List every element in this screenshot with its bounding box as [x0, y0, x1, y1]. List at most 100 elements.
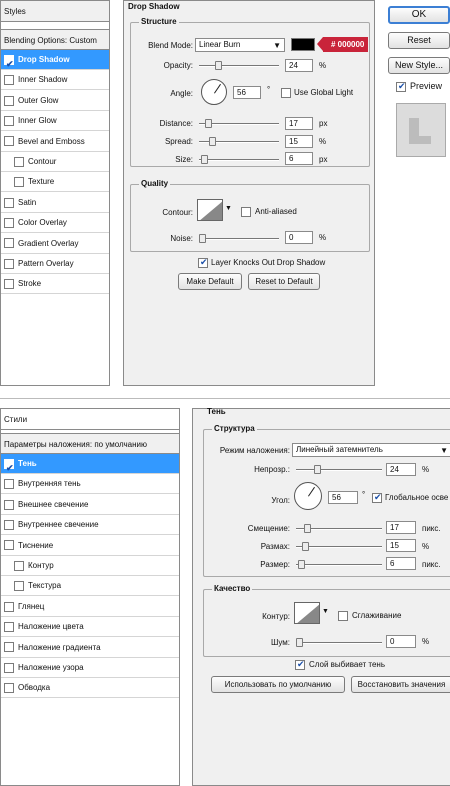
spread-slider-en[interactable] — [199, 137, 279, 146]
style-item-checkbox[interactable] — [4, 258, 14, 269]
reset-to-default-button-ru[interactable]: Восстановить значения — [351, 676, 450, 693]
style-item-checkbox[interactable] — [4, 540, 14, 551]
opacity-slider-en[interactable] — [199, 61, 279, 70]
spread-input-en[interactable]: 15 — [285, 135, 313, 148]
distance-slider-en[interactable] — [199, 119, 279, 128]
layer-knocks-out-checkbox-ru[interactable] — [295, 659, 305, 670]
style-item[interactable]: Внешнее свечение — [1, 495, 179, 515]
style-item[interactable]: Внутренняя тень — [1, 474, 179, 495]
noise-slider-en[interactable] — [199, 234, 279, 243]
new-style-button[interactable]: New Style... — [388, 57, 450, 74]
angle-input-ru[interactable]: 56 — [328, 491, 358, 504]
style-item[interactable]: Satin — [1, 193, 109, 213]
style-item-checkbox[interactable] — [14, 581, 24, 592]
styles-header-en[interactable]: Styles — [1, 1, 109, 22]
style-item[interactable]: Inner Shadow — [1, 70, 109, 91]
noise-slider-ru[interactable] — [296, 638, 382, 647]
style-item[interactable]: Наложение градиента — [1, 638, 179, 658]
style-item-label: Contour — [28, 157, 57, 166]
anti-aliased-checkbox-en[interactable] — [241, 207, 251, 217]
style-item[interactable]: Outer Glow — [1, 91, 109, 111]
preview-checkbox[interactable] — [396, 81, 406, 92]
style-item[interactable]: Тиснение — [1, 536, 179, 556]
style-item[interactable]: Наложение узора — [1, 658, 179, 678]
style-item[interactable]: Глянец — [1, 597, 179, 617]
size-slider-en[interactable] — [199, 155, 279, 164]
style-item[interactable]: Bevel and Emboss — [1, 132, 109, 152]
style-item-checkbox[interactable] — [4, 458, 14, 478]
style-item-checkbox[interactable] — [4, 197, 14, 208]
style-item-checkbox[interactable] — [4, 136, 14, 147]
size-input-en[interactable]: 6 — [285, 152, 313, 165]
spread-slider-ru[interactable] — [296, 542, 382, 551]
make-default-button-en[interactable]: Make Default — [178, 273, 242, 290]
distance-slider-ru[interactable] — [296, 524, 382, 533]
style-item-checkbox[interactable] — [4, 116, 14, 127]
style-item-checkbox[interactable] — [14, 177, 24, 188]
style-item[interactable]: Inner Glow — [1, 111, 109, 132]
ok-button[interactable]: OK — [388, 6, 450, 24]
style-item[interactable]: Drop Shadow — [1, 50, 109, 74]
style-item[interactable]: Color Overlay — [1, 213, 109, 234]
layer-knocks-out-checkbox-en[interactable] — [198, 257, 208, 268]
size-slider-ru[interactable] — [296, 560, 382, 569]
opacity-input-en[interactable]: 24 — [285, 59, 313, 72]
style-item-checkbox[interactable] — [4, 479, 14, 490]
style-item[interactable]: Контур — [1, 556, 179, 576]
reset-to-default-button-en[interactable]: Reset to Default — [248, 273, 320, 290]
angle-dial-ru[interactable] — [294, 482, 322, 510]
style-item[interactable]: Текстура — [1, 576, 179, 597]
blend-mode-select-ru[interactable]: Линейный затемнитель ▼ — [292, 443, 450, 457]
style-item[interactable]: Texture — [1, 172, 109, 193]
style-item[interactable]: Наложение цвета — [1, 617, 179, 638]
contour-picker-en[interactable] — [197, 199, 223, 221]
structure-group-ru: Структура Режим наложения: Линейный зате… — [203, 424, 450, 577]
style-item-checkbox[interactable] — [4, 54, 14, 74]
style-item-checkbox[interactable] — [4, 279, 14, 290]
style-item-checkbox[interactable] — [4, 662, 14, 673]
angle-input-en[interactable]: 56 — [233, 86, 261, 99]
style-item-checkbox[interactable] — [4, 218, 14, 229]
make-default-button-ru[interactable]: Использовать по умолчанию — [211, 676, 345, 693]
style-item[interactable]: Pattern Overlay — [1, 254, 109, 274]
style-item-checkbox[interactable] — [4, 75, 14, 86]
distance-input-en[interactable]: 17 — [285, 117, 313, 130]
blend-mode-select-en[interactable]: Linear Burn ▼ — [195, 38, 285, 52]
style-item-checkbox[interactable] — [4, 499, 14, 510]
style-item-checkbox[interactable] — [14, 156, 24, 167]
style-item-checkbox[interactable] — [4, 95, 14, 106]
style-item-checkbox[interactable] — [4, 520, 14, 531]
style-item[interactable]: Contour — [1, 152, 109, 172]
noise-input-en[interactable]: 0 — [285, 231, 313, 244]
spread-input-ru[interactable]: 15 — [386, 539, 416, 552]
use-global-light-checkbox-en[interactable] — [281, 88, 291, 98]
chevron-down-icon[interactable]: ▼ — [225, 205, 232, 212]
blending-options-ru[interactable]: Параметры наложения: по умолчанию — [1, 433, 179, 454]
style-item-checkbox[interactable] — [4, 601, 14, 612]
style-item[interactable]: Внутреннее свечение — [1, 515, 179, 536]
size-input-ru[interactable]: 6 — [386, 557, 416, 570]
style-item-checkbox[interactable] — [4, 683, 14, 694]
style-item[interactable]: Stroke — [1, 274, 109, 295]
noise-unit-en: % — [319, 233, 327, 242]
use-global-light-checkbox-ru[interactable] — [372, 492, 382, 503]
noise-input-ru[interactable]: 0 — [386, 635, 416, 648]
angle-dial-en[interactable] — [201, 79, 227, 105]
style-item-checkbox[interactable] — [14, 560, 24, 571]
style-item[interactable]: Gradient Overlay — [1, 234, 109, 254]
style-item-checkbox[interactable] — [4, 238, 14, 249]
shadow-color-swatch-en[interactable] — [291, 38, 315, 51]
contour-picker-ru[interactable] — [294, 602, 320, 624]
style-item-checkbox[interactable] — [4, 622, 14, 633]
reset-button[interactable]: Reset — [388, 32, 450, 49]
styles-header-ru[interactable]: Стили — [1, 409, 179, 430]
anti-aliased-checkbox-ru[interactable] — [338, 611, 348, 621]
style-item[interactable]: Обводка — [1, 678, 179, 699]
chevron-down-icon[interactable]: ▼ — [322, 608, 329, 615]
opacity-slider-ru[interactable] — [296, 465, 382, 474]
style-item[interactable]: Тень — [1, 454, 179, 478]
blending-options-en[interactable]: Blending Options: Custom — [1, 29, 109, 50]
style-item-checkbox[interactable] — [4, 642, 14, 653]
opacity-input-ru[interactable]: 24 — [386, 463, 416, 476]
distance-input-ru[interactable]: 17 — [386, 521, 416, 534]
